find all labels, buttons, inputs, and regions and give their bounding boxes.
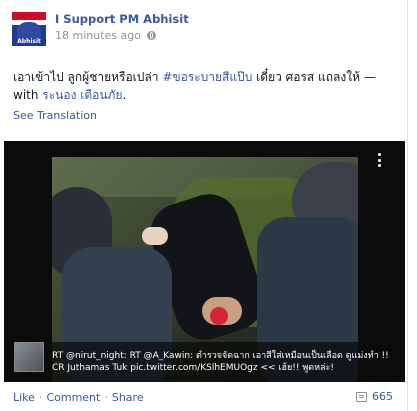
caption-line-2: CR Juthamas Tuk pic.twitter.com/KSlhEMUO… [52,363,335,373]
share-count[interactable]: 665 [356,390,393,403]
post-actions: Like · Comment · Share [13,391,144,404]
news-feed-post: Abhisit I Support PM Abhisit 18 minutes … [0,0,408,411]
comment-button[interactable]: Comment [46,391,100,404]
caption-avatar-thumb [14,342,44,372]
photo-red-paint [210,307,228,325]
see-translation-link[interactable]: See Translation [13,109,97,122]
more-icon[interactable] [377,153,381,167]
globe-icon[interactable] [146,31,156,40]
tagged-person-link[interactable]: ระนอง เตือนภัย [42,88,122,102]
share-count-value: 665 [372,390,393,403]
photo-hand [142,227,168,245]
page-avatar[interactable]: Abhisit [12,12,46,46]
status-text-prefix: เอาเข้าไป ลูกผู้ชายหรือเปล่า [13,70,163,84]
page-name-link[interactable]: I Support PM Abhisit [55,12,189,26]
separator-dot: · [38,391,43,404]
share-button[interactable]: Share [112,391,144,404]
separator-dot: · [104,391,108,404]
caption-line-1: RT @nirut_night: RT @A_Kawin: ตำรวจจัดฉา… [52,351,389,361]
avatar-flag-band [12,12,46,20]
post-meta: 18 minutes ago [55,29,156,42]
status-text-suffix: . [122,88,127,102]
share-icon [356,391,367,402]
photo-caption: RT @nirut_night: RT @A_Kawin: ตำรวจจัดฉา… [52,350,392,374]
post-photo[interactable] [52,157,358,382]
avatar-text: Abhisit [17,38,41,45]
post-media[interactable]: RT @nirut_night: RT @A_Kawin: ตำรวจจัดฉา… [4,141,405,382]
avatar-figure [17,22,41,38]
like-button[interactable]: Like [13,391,35,404]
post-timestamp[interactable]: 18 minutes ago [55,29,141,42]
post-status-text: เอาเข้าไป ลูกผู้ชายหรือเปล่า #ขอระบายสีแ… [13,68,398,104]
hashtag-link[interactable]: #ขอระบายสีแป๊บ [162,70,252,84]
